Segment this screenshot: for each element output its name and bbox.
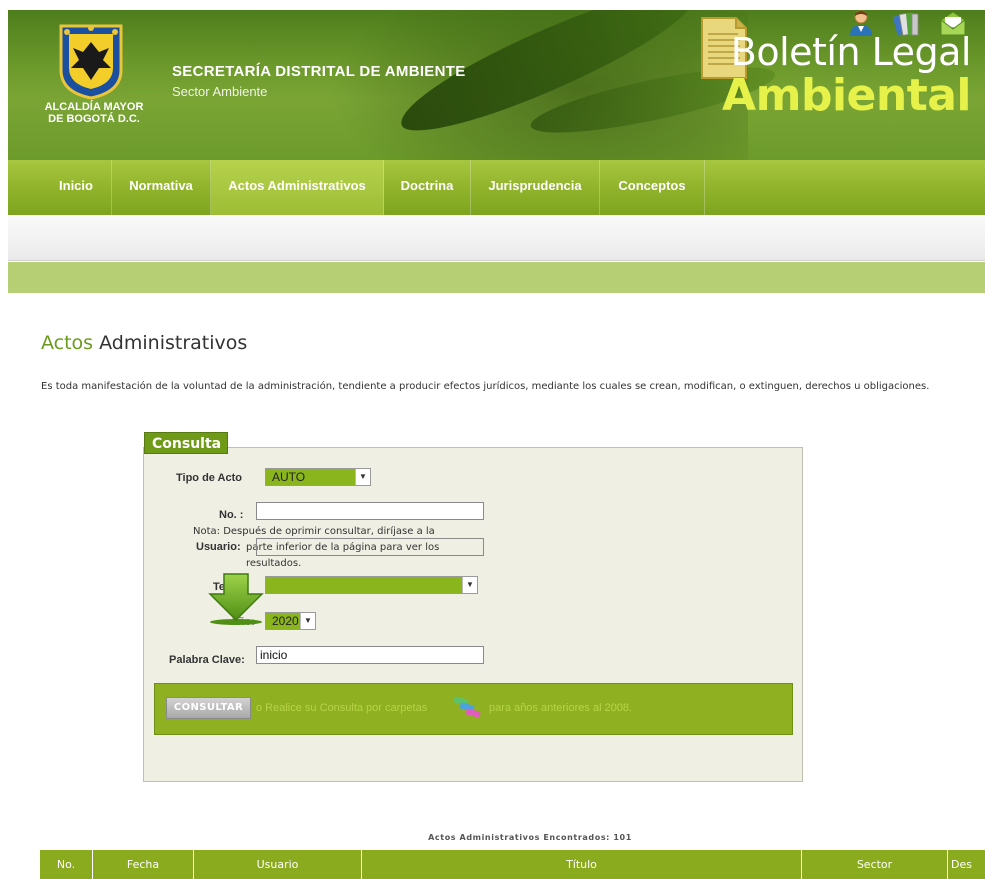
- nav-item-doctrina[interactable]: Doctrina: [384, 160, 471, 215]
- org-subtitle: Sector Ambiente: [172, 84, 268, 99]
- chevron-down-icon: ▼: [355, 469, 370, 485]
- page-title-rest: Administrativos: [99, 332, 248, 354]
- main-nav: Inicio Normativa Actos Administrativos D…: [8, 160, 985, 215]
- usuario-label: Usuario:: [196, 541, 241, 553]
- envelope-icon[interactable]: [938, 8, 968, 38]
- column-header-titulo[interactable]: Título: [362, 850, 802, 879]
- chevron-down-icon: ▼: [462, 577, 477, 593]
- tipo-acto-select[interactable]: AUTO ▼: [265, 468, 371, 486]
- palabra-clave-input[interactable]: inicio: [256, 646, 484, 664]
- page-description: Es toda manifestación de la voluntad de …: [41, 381, 930, 392]
- page-title: Actos Administrativos: [41, 332, 247, 354]
- column-header-no[interactable]: No.: [40, 850, 93, 879]
- results-table-header: No. Fecha Usuario Título Sector Des: [40, 850, 985, 879]
- municipality-line-1: ALCALDÍA MAYOR: [44, 101, 144, 113]
- column-header-fecha[interactable]: Fecha: [93, 850, 194, 879]
- tipo-acto-label: Tipo de Acto: [176, 472, 242, 484]
- column-header-sector[interactable]: Sector: [802, 850, 948, 879]
- column-header-descripcion[interactable]: Des: [948, 850, 985, 879]
- anio-value: 2020: [272, 614, 299, 628]
- anio-select[interactable]: 2020 ▼: [265, 612, 316, 630]
- chevron-down-icon: ▼: [300, 613, 315, 629]
- nav-item-actos-administrativos[interactable]: Actos Administrativos: [211, 160, 384, 215]
- nav-item-inicio[interactable]: Inicio: [41, 160, 112, 215]
- brand-title-line-2: Ambiental: [722, 70, 971, 121]
- arrow-down-icon: [208, 573, 264, 625]
- nav-item-normativa[interactable]: Normativa: [112, 160, 211, 215]
- numero-label: No. :: [219, 509, 244, 521]
- consulta-tab: Consulta: [144, 432, 228, 454]
- nav-item-jurisprudencia[interactable]: Jurisprudencia: [471, 160, 600, 215]
- municipality-line-2: DE BOGOTÁ D.C.: [48, 113, 140, 125]
- user-icon[interactable]: [846, 8, 876, 38]
- results-count: Actos Administrativos Encontrados: 101: [428, 833, 632, 842]
- folders-icon[interactable]: [452, 694, 484, 720]
- usuario-input[interactable]: [256, 538, 484, 556]
- tipo-acto-value: AUTO: [272, 470, 306, 484]
- carpetas-text: o Realice su Consulta por carpetas: [256, 702, 428, 714]
- nav-item-conceptos[interactable]: Conceptos: [600, 160, 705, 215]
- column-header-usuario[interactable]: Usuario: [194, 850, 362, 879]
- books-icon[interactable]: [891, 8, 921, 38]
- tema-select[interactable]: ▼: [265, 576, 478, 594]
- consultar-button[interactable]: CONSULTAR: [166, 697, 251, 719]
- org-title: SECRETARÍA DISTRITAL DE AMBIENTE: [172, 63, 466, 80]
- numero-input[interactable]: [256, 502, 484, 520]
- anteriores-text: para años anteriores al 2008.: [489, 702, 633, 714]
- sub-nav-strip: [8, 262, 985, 293]
- bogota-crest-icon[interactable]: [55, 22, 127, 100]
- municipality-label: ALCALDÍA MAYOR DE BOGOTÁ D.C.: [34, 101, 154, 125]
- palabra-clave-label: Palabra Clave:: [169, 654, 245, 666]
- page-title-accent: Actos: [41, 332, 94, 354]
- toolbar: [8, 215, 985, 261]
